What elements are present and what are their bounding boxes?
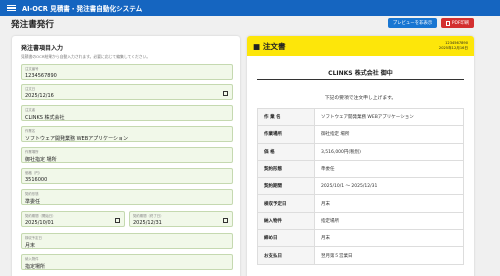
- table-row: 検収予定日 月末: [257, 194, 464, 213]
- row-key: お支払日: [257, 246, 315, 265]
- row-value: 月末: [314, 229, 464, 248]
- row-key: 締め日: [257, 229, 315, 248]
- row-key: 作業場所: [257, 125, 315, 144]
- inspection-date-field[interactable]: 検収予定日 月末: [21, 233, 233, 249]
- row-key: 契約期間: [257, 177, 315, 196]
- order-number-field[interactable]: 注文番号 1234567890: [21, 64, 233, 80]
- field-value: 御社指定 場所: [25, 156, 57, 163]
- field-value: 2025/10/01: [25, 219, 54, 226]
- document-title: ■ 注文書: [253, 42, 286, 51]
- field-label: 契約期間（終了日）: [133, 214, 164, 218]
- table-row: 作 業 名ソフトウェア開発業務 WEBアプリケーション: [257, 107, 464, 127]
- field-label: 契約期間（開始日）: [25, 214, 56, 218]
- calendar-icon[interactable]: [115, 218, 120, 223]
- field-value: 指定場所: [25, 263, 46, 270]
- pdf-print-label: PDF印刷: [451, 21, 470, 26]
- form-title: 発注書項目入力: [21, 45, 64, 52]
- row-key: 納入物件: [257, 211, 315, 231]
- intro-text: 下記の要項で注文申し上げます。: [324, 96, 397, 101]
- row-value: ソフトウェア開発業務 WEBアプリケーション: [314, 107, 464, 127]
- order-date-field[interactable]: 注文日 2025/12/16: [21, 84, 233, 100]
- row-value: 月末: [314, 194, 464, 213]
- field-value: 2025/12/16: [25, 92, 54, 99]
- toggle-preview-button[interactable]: プレビューを非表示: [388, 18, 437, 28]
- document-date: 2025年12月16日: [438, 46, 468, 50]
- amount-field[interactable]: 価格（円） 3516000: [21, 168, 233, 184]
- menu-icon[interactable]: [7, 4, 16, 12]
- field-label: 契約形態: [25, 192, 39, 196]
- calendar-icon[interactable]: [223, 91, 228, 96]
- table-row: お支払日 翌月第５営業日: [257, 246, 464, 265]
- table-row: 締め日 月末: [257, 229, 464, 248]
- form-panel: 発注書項目入力 見積書のOCR結果から自動入力されます。必要に応じて編集してくだ…: [12, 36, 240, 276]
- field-label: 注文日: [25, 87, 36, 91]
- pdf-print-button[interactable]: PDF印刷: [441, 18, 474, 28]
- row-value: 翌月第５営業日: [314, 246, 464, 265]
- contract-type-field[interactable]: 契約形態 準委任: [21, 189, 233, 205]
- row-value: 準委任: [314, 159, 464, 179]
- app-bar: AI-OCR 見積書・発注書自動化システム: [0, 0, 500, 16]
- table-row: 契約形態 準委任: [257, 159, 464, 179]
- field-label: 価格（円）: [25, 171, 42, 175]
- field-label: 検収予定日: [25, 236, 42, 240]
- row-value: 御社指定 場所: [314, 125, 464, 144]
- table-row: 作業場所 御社指定 場所: [257, 125, 464, 144]
- form-hint: 見積書のOCR結果から自動入力されます。必要に応じて編集してください。: [21, 54, 151, 59]
- calendar-icon[interactable]: [223, 218, 228, 223]
- recipient: CLINKS 株式会社 御中: [328, 70, 393, 77]
- client-field[interactable]: 注文者 CLINKS 株式会社: [21, 105, 233, 121]
- page-title: 発注書発行: [11, 20, 54, 30]
- field-value: 1234567890: [25, 72, 57, 79]
- document-meta: 1234567890 2025年12月16日: [439, 41, 468, 51]
- field-label: 注文番号: [25, 67, 39, 71]
- table-row: 価 格 3,516,000円(税別): [257, 142, 464, 161]
- document-header: ■ 注文書 1234567890 2025年12月16日: [247, 36, 474, 56]
- preview-panel: ■ 注文書 1234567890 2025年12月16日 CLINKS 株式会社…: [247, 36, 474, 276]
- row-key: 検収予定日: [257, 194, 315, 213]
- contract-start-field[interactable]: 契約期間（開始日） 2025/10/01: [21, 211, 125, 227]
- field-value: 2025/12/31: [133, 219, 162, 226]
- table-row: 契約期間 2025/10/1 ～ 2025/12/31: [257, 177, 464, 196]
- contract-end-field[interactable]: 契約期間（終了日） 2025/12/31: [129, 211, 233, 227]
- field-label: 作業場所: [25, 150, 39, 154]
- order-details-table: 作 業 名ソフトウェア開発業務 WEBアプリケーション 作業場所 御社指定 場所価 …: [257, 107, 464, 265]
- deliverable-field[interactable]: 納入物件 指定場所: [21, 254, 233, 270]
- row-key: 作 業 名: [257, 107, 315, 127]
- field-label: 作業名: [25, 129, 36, 133]
- app-title: AI-OCR 見積書・発注書自動化システム: [22, 5, 143, 13]
- field-label: 注文者: [25, 108, 36, 112]
- work-name-field[interactable]: 作業名 ソフトウェア開発業務 WEBアプリケーション: [21, 126, 233, 142]
- divider: [257, 79, 464, 80]
- printer-icon: [445, 20, 450, 26]
- field-value: ソフトウェア開発業務 WEBアプリケーション: [25, 135, 129, 142]
- row-value: 2025/10/1 ～ 2025/12/31: [314, 177, 464, 196]
- row-key: 価 格: [257, 142, 315, 161]
- field-value: 月末: [25, 242, 36, 249]
- field-value: 3516000: [25, 176, 48, 183]
- row-value: 指定場所: [314, 211, 464, 231]
- row-value: 3,516,000円(税別): [314, 142, 464, 161]
- table-row: 納入物件 指定場所: [257, 211, 464, 231]
- field-label: 納入物件: [25, 257, 39, 261]
- field-value: 準委任: [25, 198, 41, 205]
- work-place-field[interactable]: 作業場所 御社指定 場所: [21, 147, 233, 163]
- row-key: 契約形態: [257, 159, 315, 179]
- field-value: CLINKS 株式会社: [25, 114, 65, 121]
- toggle-preview-label: プレビューを非表示: [392, 21, 433, 26]
